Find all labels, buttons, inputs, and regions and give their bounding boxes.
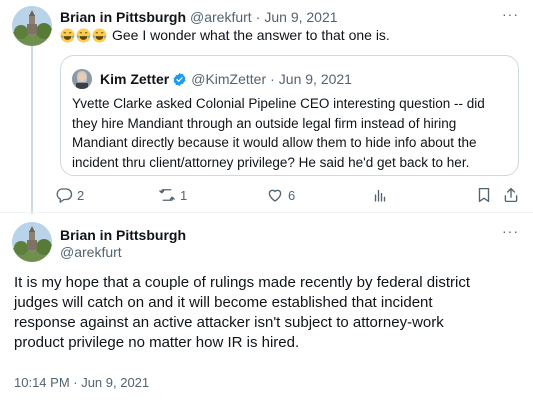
- tweet1-header: Brian in Pittsburgh @arekfurt · Jun 9, 2…: [60, 8, 338, 26]
- reply-button[interactable]: 2: [55, 186, 84, 204]
- quote-date: Jun 9, 2021: [278, 71, 352, 87]
- tweet1-action-bar: 2 1 6: [55, 186, 525, 206]
- joy-emoji-icon: [92, 27, 107, 43]
- tweet-divider: [0, 212, 533, 213]
- bookmark-button[interactable]: [475, 186, 493, 204]
- quote-text-line: they hire Mandiant through an outside le…: [72, 115, 457, 131]
- retweet-count: 1: [180, 187, 188, 203]
- avatar-brian[interactable]: [12, 222, 52, 262]
- tweet1-text: Gee I wonder what the answer to that one…: [60, 27, 390, 43]
- quote-text-line: Mandiant directly because it would allow…: [72, 135, 477, 150]
- analytics-icon: [374, 189, 386, 202]
- quote-handle: @KimZetter: [191, 71, 267, 87]
- avatar-image: [12, 222, 52, 262]
- more-options-icon[interactable]: ···: [502, 6, 519, 22]
- quote-author-name: Kim Zetter: [100, 71, 170, 87]
- share-icon: [504, 187, 518, 203]
- avatar-brian[interactable]: [12, 6, 52, 46]
- share-button[interactable]: [502, 186, 520, 204]
- tweet1-author-name[interactable]: Brian in Pittsburgh: [60, 9, 186, 25]
- quote-text: Yvette Clarke asked Colonial Pipeline CE…: [72, 94, 512, 172]
- view-analytics-button[interactable]: [371, 186, 389, 204]
- quote-text-line: incident thru client/attorney privilege?…: [72, 154, 470, 170]
- tweet2-handle[interactable]: @arekfurt: [60, 244, 122, 260]
- thread-connector-line: [31, 46, 33, 214]
- more-options-icon[interactable]: ···: [502, 223, 519, 239]
- retweet-icon: [159, 189, 175, 201]
- like-count: 6: [288, 187, 296, 203]
- tweet2-text: It is my hope that a couple of rulings m…: [14, 273, 524, 353]
- tweet1-separator: ·: [255, 9, 261, 25]
- tweet2-author-name[interactable]: Brian in Pittsburgh: [60, 227, 186, 243]
- tweet1-date[interactable]: Jun 9, 2021: [264, 9, 337, 25]
- tweet2-text-line: product privilege no matter how IR is hi…: [14, 334, 300, 351]
- verified-badge-icon: [173, 72, 186, 86]
- tweet2-text-line: judges will catch on and it will become …: [14, 294, 433, 311]
- quote-text-line: Yvette Clarke asked Colonial Pipeline CE…: [72, 96, 485, 111]
- quote-separator: ·: [270, 71, 275, 87]
- quote-header: Kim Zetter @KimZetter · Jun 9, 2021: [72, 69, 352, 89]
- avatar-image: [12, 6, 52, 46]
- joy-emoji-icon: [76, 27, 91, 43]
- tweet2-timestamp[interactable]: 10:14 PM · Jun 9, 2021: [14, 375, 149, 390]
- joy-emoji-icon: [60, 27, 75, 43]
- tweet1-text-body: Gee I wonder what the answer to that one…: [112, 27, 390, 43]
- reply-count: 2: [77, 187, 85, 203]
- tweet1-handle[interactable]: @arekfurt: [190, 9, 252, 25]
- quoted-tweet-card[interactable]: Kim Zetter @KimZetter · Jun 9, 2021 Yvet…: [60, 55, 519, 176]
- reply-icon: [56, 188, 73, 203]
- bookmark-icon: [478, 187, 490, 203]
- like-button[interactable]: 6: [266, 186, 295, 204]
- tweet2-text-line: response against an active attacker isn'…: [14, 314, 444, 331]
- tweet2-text-line: It is my hope that a couple of rulings m…: [14, 274, 471, 291]
- heart-icon: [268, 189, 282, 202]
- retweet-button[interactable]: 1: [158, 186, 187, 204]
